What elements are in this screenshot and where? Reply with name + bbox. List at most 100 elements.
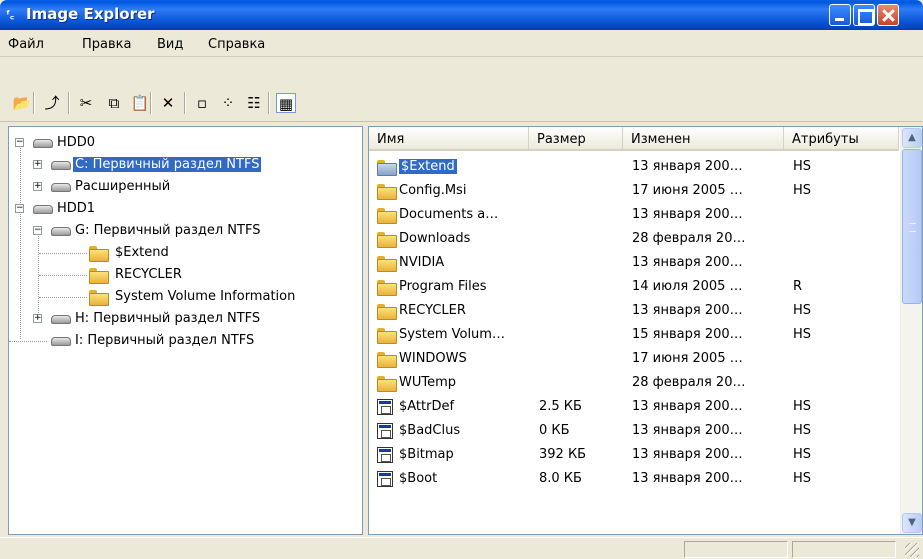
cell-modified: 14 июля 2005 … bbox=[632, 279, 743, 294]
expand-icon[interactable]: + bbox=[33, 182, 42, 191]
tree-guide-line bbox=[39, 275, 87, 276]
table-row[interactable]: $BadClus 0 КБ 13 января 200… HS bbox=[369, 419, 899, 443]
cell-modified: 15 января 200… bbox=[632, 327, 743, 342]
folder-icon bbox=[377, 184, 397, 200]
collapse-icon[interactable]: − bbox=[15, 204, 24, 213]
hard-disk-icon bbox=[49, 159, 71, 170]
list-view-icon[interactable]: ☷ bbox=[244, 93, 264, 113]
cell-modified: 13 января 200… bbox=[632, 159, 743, 174]
folder-icon bbox=[89, 246, 109, 262]
cell-name: $Boot bbox=[399, 471, 438, 486]
table-row[interactable]: System Volum… 15 января 200… HS bbox=[369, 323, 899, 347]
table-row[interactable]: NVIDIA 13 января 200… bbox=[369, 251, 899, 275]
image-explorer-app-icon: ᶠ꜀ bbox=[6, 8, 14, 21]
status-bar bbox=[0, 537, 923, 559]
toolbar-separator bbox=[268, 92, 270, 114]
scroll-up-button[interactable]: ▲ bbox=[902, 128, 922, 148]
collapse-icon[interactable]: − bbox=[15, 138, 24, 147]
file-list[interactable]: Имя Размер Изменен Атрибуты $Extend 13 ян… bbox=[368, 126, 923, 535]
maximize-button[interactable] bbox=[853, 4, 875, 26]
cell-name: WUTemp bbox=[399, 375, 457, 390]
cell-name: Documents a… bbox=[399, 207, 499, 222]
details-view-icon[interactable]: ▦ bbox=[276, 93, 296, 113]
collapse-icon[interactable]: − bbox=[33, 226, 42, 235]
table-row[interactable]: Config.Msi 17 июня 2005 … HS bbox=[369, 179, 899, 203]
tree-node-label: C: Первичный раздел NTFS bbox=[73, 157, 262, 172]
column-attributes[interactable]: Атрибуты bbox=[784, 127, 899, 151]
folder-icon bbox=[377, 160, 397, 176]
folder-icon bbox=[377, 208, 397, 224]
tree-node-label: Расширенный bbox=[75, 179, 171, 194]
cell-name: Downloads bbox=[399, 231, 471, 246]
menu-bar: Файл Правка Вид Справка bbox=[0, 30, 923, 57]
cell-name: WINDOWS bbox=[399, 351, 467, 366]
table-row[interactable]: WINDOWS 17 июня 2005 … bbox=[369, 347, 899, 371]
tree-node-label: HDD0 bbox=[57, 135, 96, 150]
column-modified[interactable]: Изменен bbox=[623, 127, 784, 151]
hard-disk-icon bbox=[49, 181, 71, 192]
tree-node-label: G: Первичный раздел NTFS bbox=[75, 223, 261, 238]
tree-node-label: $Extend bbox=[115, 245, 169, 260]
cell-attrs: HS bbox=[793, 471, 812, 486]
cell-modified: 17 июня 2005 … bbox=[632, 183, 743, 198]
cell-attrs: HS bbox=[793, 327, 812, 342]
copy-icon[interactable]: ⧉ bbox=[104, 93, 124, 113]
table-row[interactable]: Downloads 28 февраля 20… bbox=[369, 227, 899, 251]
tree-guide-line bbox=[20, 209, 21, 339]
hard-disk-icon bbox=[49, 335, 71, 346]
table-row[interactable]: $Bitmap 392 КБ 13 января 200… HS bbox=[369, 443, 899, 467]
cell-modified: 17 июня 2005 … bbox=[632, 351, 743, 366]
folder-icon bbox=[377, 352, 397, 368]
cell-size: 0 КБ bbox=[539, 423, 570, 438]
cell-modified: 13 января 200… bbox=[632, 447, 743, 462]
large-icons-view-icon[interactable]: ▫ bbox=[192, 93, 212, 113]
table-row[interactable]: WUTemp 28 февраля 20… bbox=[369, 371, 899, 395]
cell-name: Program Files bbox=[399, 279, 487, 294]
folder-icon bbox=[89, 290, 109, 306]
scroll-down-button[interactable]: ▼ bbox=[902, 513, 922, 533]
vertical-scrollbar[interactable]: ▲ ▼ bbox=[900, 127, 922, 534]
menu-edit[interactable]: Правка bbox=[82, 37, 131, 52]
expand-icon[interactable]: + bbox=[33, 314, 42, 323]
tree-guide-line bbox=[9, 341, 47, 342]
expand-icon[interactable]: + bbox=[33, 160, 42, 169]
cell-name: $Bitmap bbox=[399, 447, 454, 462]
table-row[interactable]: $AttrDef 2.5 КБ 13 января 200… HS bbox=[369, 395, 899, 419]
toolbar-separator bbox=[150, 92, 152, 114]
folder-icon bbox=[377, 232, 397, 248]
up-folder-icon[interactable]: ⤴ bbox=[42, 93, 62, 113]
menu-help[interactable]: Справка bbox=[208, 37, 265, 52]
small-icons-view-icon[interactable]: ⁘ bbox=[218, 93, 238, 113]
status-panel bbox=[684, 541, 788, 558]
menu-view[interactable]: Вид bbox=[157, 37, 183, 52]
toolbar-separator bbox=[68, 92, 70, 114]
table-row[interactable]: $Extend 13 января 200… HS bbox=[369, 155, 899, 179]
table-row[interactable]: Documents a… 13 января 200… bbox=[369, 203, 899, 227]
open-icon[interactable]: 📂 bbox=[12, 93, 32, 113]
close-button[interactable] bbox=[877, 4, 899, 26]
paste-icon[interactable]: 📋 bbox=[130, 93, 150, 113]
folder-icon bbox=[377, 376, 397, 392]
cell-size: 8.0 КБ bbox=[539, 471, 582, 486]
table-row[interactable]: $Boot 8.0 КБ 13 января 200… HS bbox=[369, 467, 899, 491]
cell-size: 392 КБ bbox=[539, 447, 587, 462]
toolbar-separator bbox=[184, 92, 186, 114]
cut-icon[interactable]: ✂ bbox=[76, 93, 96, 113]
tree-guide-line bbox=[39, 297, 87, 298]
minimize-button[interactable] bbox=[829, 4, 851, 26]
delete-icon[interactable]: ✕ bbox=[158, 93, 178, 113]
cell-modified: 13 января 200… bbox=[632, 207, 743, 222]
table-row[interactable]: RECYCLER 13 января 200… HS bbox=[369, 299, 899, 323]
cell-name: NVIDIA bbox=[399, 255, 445, 270]
menu-file[interactable]: Файл bbox=[8, 37, 44, 52]
resize-grip-icon[interactable] bbox=[905, 543, 919, 557]
cell-attrs: HS bbox=[793, 447, 812, 462]
title-bar[interactable]: ᶠ꜀ Image Explorer bbox=[0, 0, 923, 30]
folder-tree[interactable]: − HDD0 + C: Первичный раздел NTFS + Расширенн… bbox=[8, 126, 363, 535]
scroll-thumb[interactable] bbox=[902, 149, 922, 304]
cell-attrs: HS bbox=[793, 399, 812, 414]
cell-name: $BadClus bbox=[399, 423, 461, 438]
column-name[interactable]: Имя bbox=[369, 127, 529, 151]
table-row[interactable]: Program Files 14 июля 2005 … R bbox=[369, 275, 899, 299]
column-size[interactable]: Размер bbox=[529, 127, 623, 151]
